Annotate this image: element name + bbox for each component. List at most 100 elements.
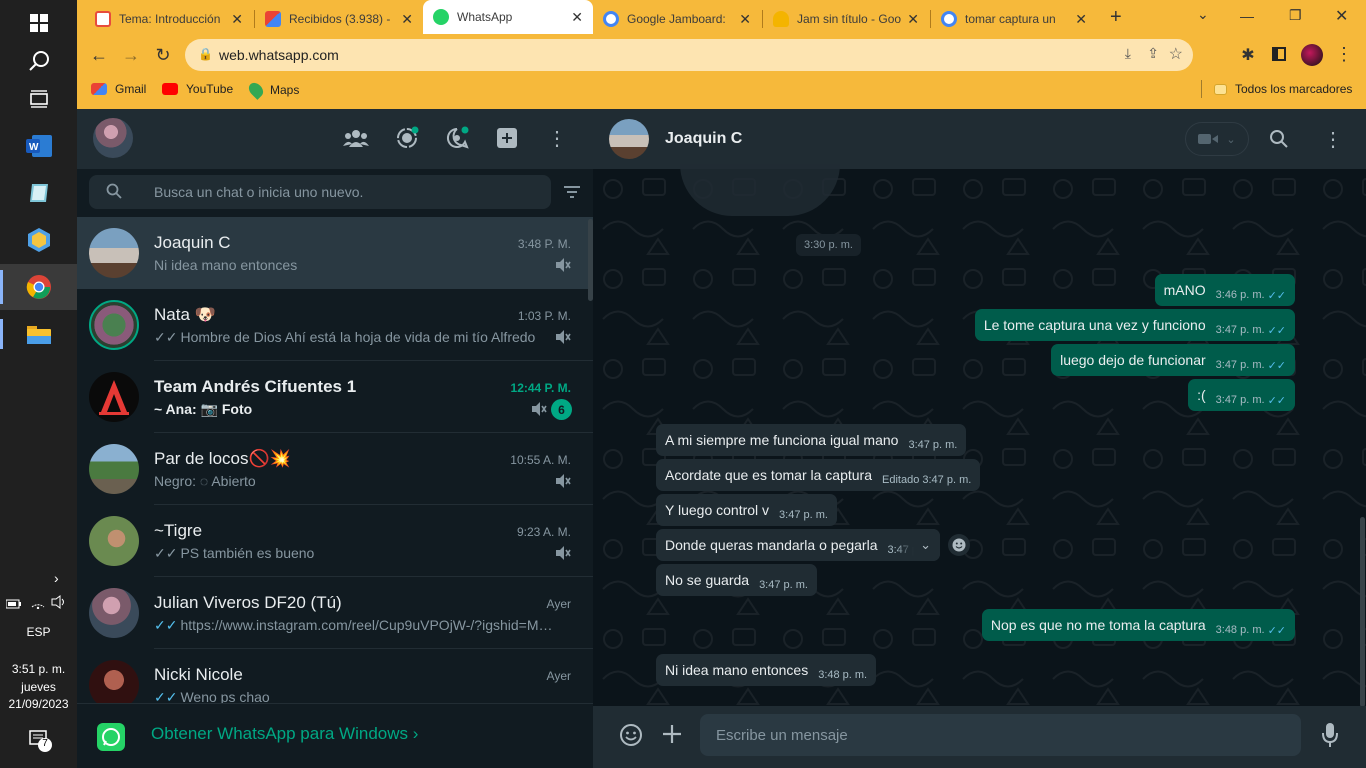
reload-icon[interactable]: ↻: [152, 44, 174, 66]
my-avatar[interactable]: [93, 118, 133, 158]
chrome-app[interactable]: [0, 264, 77, 310]
read-double-check-icon: ✓✓: [1267, 359, 1286, 372]
conversation-menu-icon[interactable]: ⋮: [1323, 127, 1343, 152]
tab-gmail[interactable]: Recibidos (3.938) - ✕: [255, 4, 423, 34]
all-bookmarks[interactable]: Todos los marcadores: [1214, 82, 1352, 96]
profile-avatar[interactable]: [1301, 44, 1323, 66]
new-tab-button[interactable]: +: [1110, 6, 1122, 29]
chat-item-nata[interactable]: Nata 🐶 ✓✓ Hombre de Dios Ahí está la hoja…: [77, 289, 593, 361]
chat-item-team-andres[interactable]: Team Andrés Cifuentes 1 ~ Ana: 📷 Foto 12…: [77, 361, 593, 433]
tab-search-chevron-icon[interactable]: ⌄: [1197, 6, 1209, 23]
message-in[interactable]: Y luego control v 3:47 p. m.: [656, 494, 837, 526]
message-time: 3:47 p. m.: [779, 509, 828, 521]
chat-time: 3:48 P. M.: [517, 237, 571, 251]
contact-avatar[interactable]: [609, 119, 649, 159]
bookmark-label: YouTube: [186, 82, 234, 96]
message-out[interactable]: luego dejo de funcionar 3:47 p. m. ✓✓: [1051, 344, 1295, 376]
search-input[interactable]: Busca un chat o inicia uno nuevo.: [89, 175, 551, 209]
message-in[interactable]: A mi siempre me funciona igual mano 3:47…: [656, 424, 967, 456]
volume-icon[interactable]: [51, 595, 67, 614]
google-icon: [603, 11, 619, 27]
forward-arrow-icon[interactable]: →: [120, 44, 142, 66]
maximize-button[interactable]: ❐: [1289, 7, 1302, 24]
message-out[interactable]: :( 3:47 p. m. ✓✓: [1188, 379, 1295, 411]
share-icon[interactable]: ⇪: [1147, 45, 1159, 62]
lock-icon[interactable]: 🔒: [198, 47, 213, 61]
chat-preview: ~ Ana: 📷 Foto: [154, 401, 253, 417]
new-chat-icon[interactable]: [496, 127, 518, 149]
tab-moodle[interactable]: Tema: Introducción ✕: [85, 4, 253, 34]
wifi-icon[interactable]: [31, 596, 45, 614]
word-app[interactable]: W: [0, 123, 77, 169]
bookmark-maps[interactable]: Maps: [246, 80, 299, 100]
bookmark-youtube[interactable]: YouTube: [162, 82, 233, 96]
message-out[interactable]: Nop es que no me toma la captura 3:48 p.…: [981, 609, 1295, 641]
status-icon[interactable]: [395, 126, 419, 150]
minimize-button[interactable]: —: [1240, 8, 1254, 24]
cube-app[interactable]: [0, 217, 77, 263]
conversation-scrollbar[interactable]: [1360, 517, 1365, 707]
notes-app[interactable]: [0, 170, 77, 216]
menu-icon[interactable]: ⋮: [547, 126, 567, 150]
channels-icon[interactable]: [445, 126, 469, 150]
chat-name: Joaquin C: [154, 233, 231, 252]
message-options-chevron-icon[interactable]: ⌄: [896, 529, 940, 561]
tab-whatsapp[interactable]: WhatsApp ✕: [423, 0, 593, 34]
communities-icon[interactable]: [343, 126, 369, 150]
chat-item-julian[interactable]: Julian Viveros DF20 (Tú) ✓✓ https://www.i…: [77, 577, 593, 649]
tab-title: Jam sin título - Goo: [797, 12, 902, 26]
file-explorer-app[interactable]: [0, 311, 77, 357]
attach-plus-icon[interactable]: [661, 723, 683, 750]
react-button[interactable]: [948, 534, 970, 556]
battery-icon[interactable]: [5, 596, 22, 614]
message-out[interactable]: Le tome captura una vez y funciono 3:47 …: [974, 309, 1295, 341]
filter-icon[interactable]: [563, 185, 581, 199]
notifications-button[interactable]: 7: [29, 729, 53, 758]
input-language[interactable]: ESP: [0, 625, 77, 639]
search-conversation-icon[interactable]: [1269, 129, 1289, 154]
close-window-button[interactable]: ✕: [1335, 6, 1348, 26]
get-whatsapp-windows-banner[interactable]: Obtener WhatsApp para Windows ›: [77, 703, 593, 768]
extensions-puzzle-icon[interactable]: ✱: [1237, 44, 1259, 66]
conversation-header[interactable]: Joaquin C ⌄ ⋮: [593, 109, 1366, 169]
side-panel-icon[interactable]: [1272, 47, 1286, 61]
chat-preview-text: https://www.instagram.com/reel/Cup9uVPOj…: [180, 617, 554, 633]
message-in[interactable]: Ni idea mano entonces 3:48 p. m.: [656, 654, 877, 686]
chat-item-par-de-locos[interactable]: Par de locos🚫💥 Negro: ◌ Abierto 10:55 A.…: [77, 433, 593, 505]
close-icon[interactable]: ✕: [231, 11, 243, 28]
close-icon[interactable]: ✕: [571, 9, 583, 26]
tab-jamboard[interactable]: Google Jamboard: ✕: [593, 4, 761, 34]
video-camera-icon: [1198, 134, 1219, 144]
contact-name[interactable]: Joaquin C: [665, 130, 742, 148]
chat-item-joaquin[interactable]: Joaquin C Ni idea mano entonces 3:48 P. …: [77, 217, 593, 289]
address-bar[interactable]: 🔒 web.whatsapp.com ⤓ ⇪ ☆: [185, 39, 1193, 71]
emoji-picker-icon[interactable]: [619, 723, 643, 752]
bookmark-gmail[interactable]: Gmail: [91, 82, 146, 96]
close-icon[interactable]: ✕: [1075, 11, 1087, 28]
message-input[interactable]: Escribe un mensaje: [700, 714, 1301, 756]
install-app-icon[interactable]: ⤓: [1125, 45, 1131, 62]
close-icon[interactable]: ✕: [907, 11, 919, 28]
video-call-button[interactable]: ⌄: [1185, 122, 1249, 156]
message-in[interactable]: Acordate que es tomar la captura Editado…: [656, 459, 981, 491]
message-in[interactable]: No se guarda 3:47 p. m.: [656, 564, 817, 596]
bookmark-star-icon[interactable]: ☆: [1169, 44, 1183, 64]
double-check-icon: ✓✓: [154, 545, 178, 561]
clock-time[interactable]: 3:51 p. m.: [0, 662, 77, 676]
notification-count: 7: [42, 738, 48, 749]
microphone-icon[interactable]: [1321, 722, 1339, 753]
close-icon[interactable]: ✕: [401, 11, 413, 28]
task-view-button[interactable]: [0, 76, 77, 122]
chat-item-nicki[interactable]: Nicki Nicole ✓✓ Weno ps chao Ayer: [77, 649, 593, 703]
message-out[interactable]: mANO 3:46 p. m. ✓✓: [1154, 274, 1295, 306]
show-hidden-icons-chevron-icon[interactable]: ›: [54, 570, 59, 586]
back-arrow-icon[interactable]: ←: [88, 44, 110, 66]
tab-jam[interactable]: Jam sin título - Goo ✕: [763, 4, 929, 34]
folder-icon: [1214, 83, 1227, 95]
chat-item-tigre[interactable]: ~Tigre ✓✓ PS también es bueno 9:23 A. M.: [77, 505, 593, 577]
close-icon[interactable]: ✕: [739, 11, 751, 28]
tab-search[interactable]: tomar captura un ✕: [931, 4, 1097, 34]
chrome-menu-icon[interactable]: ⋮: [1335, 44, 1353, 65]
get-app-link[interactable]: Obtener WhatsApp para Windows ›: [151, 724, 418, 744]
message-in-hovered[interactable]: Donde queras mandarla o pegarla 3:47 p ⌄: [656, 529, 940, 561]
